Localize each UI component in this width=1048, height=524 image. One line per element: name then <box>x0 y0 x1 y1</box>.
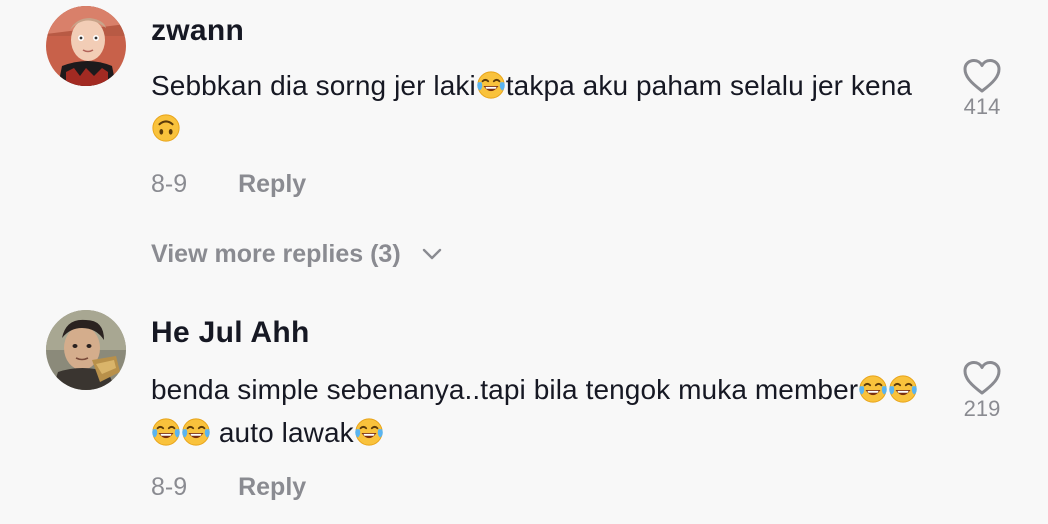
face-with-tears-of-joy-icon <box>858 374 888 404</box>
comment-item: zwann Sebbkan dia sorng jer laki takpa ak… <box>0 0 1048 290</box>
avatar[interactable] <box>46 6 126 86</box>
comment-meta: 8-9 Reply <box>151 170 306 199</box>
comment-date: 8-9 <box>151 170 188 198</box>
comment-text: Sebbkan dia sorng jer laki takpa aku paha… <box>151 64 941 150</box>
upside-down-face-icon <box>151 113 181 143</box>
comment-text-part: auto lawak <box>211 417 354 448</box>
like-button[interactable]: 414 <box>952 58 1012 120</box>
heart-icon <box>962 58 1002 94</box>
comment-username[interactable]: zwann <box>151 14 244 48</box>
like-button[interactable]: 219 <box>952 360 1012 422</box>
comment-date: 8-9 <box>151 473 188 501</box>
like-count: 414 <box>963 94 1001 119</box>
comment-item: He Jul Ahh benda simple sebenanya..tapi … <box>0 302 1048 524</box>
comment-username[interactable]: He Jul Ahh <box>151 316 310 350</box>
face-with-tears-of-joy-icon <box>151 417 181 447</box>
avatar-image <box>46 310 126 390</box>
chevron-down-icon <box>422 248 441 260</box>
view-more-replies-label: View more replies (3) <box>151 240 401 268</box>
comment-text-part: benda simple sebenanya..tapi bila tengok… <box>151 374 859 405</box>
face-with-tears-of-joy-icon <box>181 417 211 447</box>
heart-icon <box>962 360 1002 396</box>
comment-meta: 8-9 Reply <box>151 473 306 502</box>
reply-button[interactable]: Reply <box>238 473 306 502</box>
reply-button[interactable]: Reply <box>238 170 306 199</box>
avatar-image <box>46 6 126 86</box>
comment-text-part: takpa aku paham selalu jer kena <box>505 70 913 101</box>
face-with-tears-of-joy-icon <box>888 374 918 404</box>
comment-text-part: Sebbkan dia sorng jer laki <box>151 70 476 101</box>
like-count: 219 <box>963 396 1001 421</box>
face-with-tears-of-joy-icon <box>476 70 506 100</box>
face-with-tears-of-joy-icon <box>354 417 384 447</box>
avatar[interactable] <box>46 310 126 390</box>
comment-text: benda simple sebenanya..tapi bila tengok… <box>151 368 941 454</box>
view-more-replies-button[interactable]: View more replies (3) <box>151 240 442 269</box>
